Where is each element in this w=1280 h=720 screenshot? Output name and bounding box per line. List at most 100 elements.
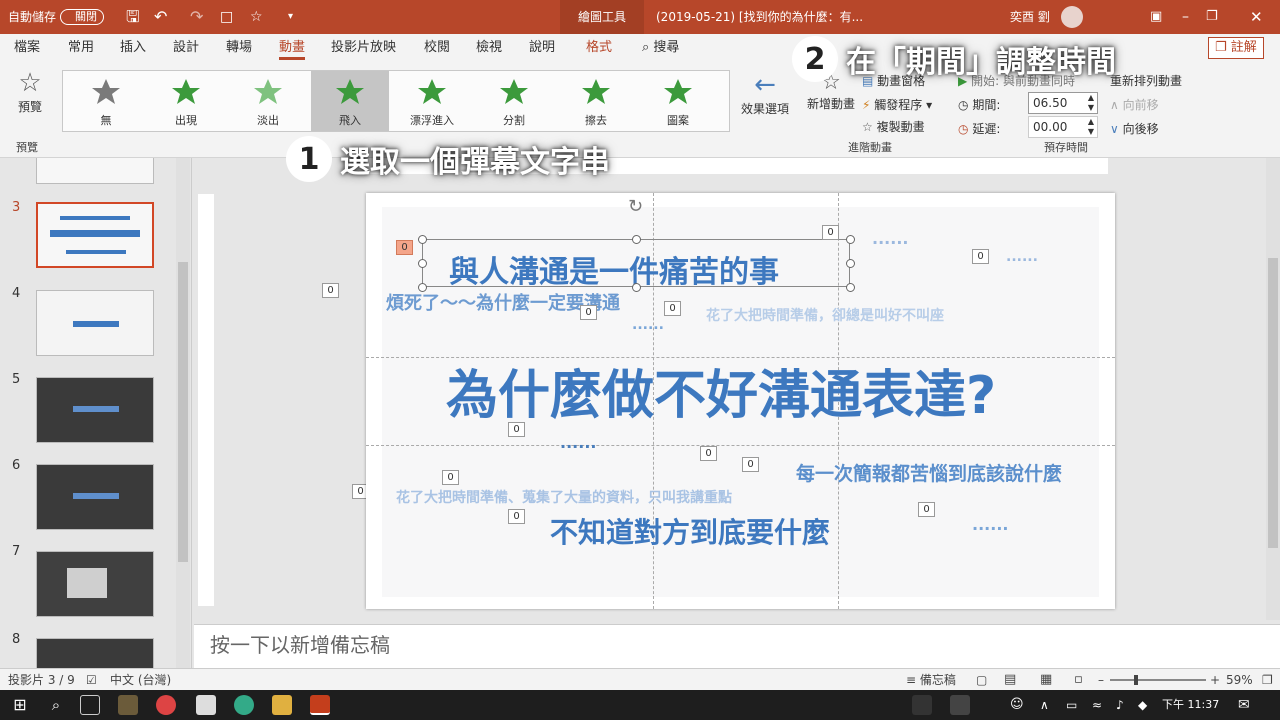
animation-tag[interactable]: 0 [442,470,459,485]
resize-handle[interactable] [418,259,427,268]
animation-tag[interactable]: 0 [580,305,597,320]
reading-view-icon[interactable]: ▫ [1074,669,1083,691]
close-icon[interactable]: ✕ [1250,0,1263,34]
slide-thumb-5[interactable] [36,377,154,443]
spinner-icon[interactable]: ▲ ▼ [1088,93,1094,113]
animation-tag[interactable]: 0 [700,446,717,461]
effect-options-button[interactable]: ← 效果選項 [738,70,792,132]
mail-icon[interactable] [196,695,216,715]
zoom-slider[interactable] [1110,679,1206,681]
search-icon[interactable]: ⌕ [46,695,66,715]
trigger-button[interactable]: ⚡ 觸發程序 ▾ [862,96,932,113]
animation-tag[interactable]: 0 [508,422,525,437]
bullet-text[interactable]: 花了大把時間準備、蒐集了大量的資料，只叫我講重點 [396,487,732,507]
tab-help[interactable]: 說明 [529,34,555,62]
save-icon[interactable]: 🖫 [126,0,140,34]
search-box[interactable]: ⌕ 搜尋 [642,34,679,62]
tab-transitions[interactable]: 轉場 [226,34,252,62]
resize-handle[interactable] [632,235,641,244]
slide-thumb-6[interactable] [36,464,154,530]
zoom-out-icon[interactable]: – [1098,669,1104,691]
preview-button[interactable]: ☆ 預覽 [8,68,52,128]
animation-tag[interactable]: 0 [822,225,839,240]
notes-pane[interactable]: 按一下以新增備忘稿 [194,624,1280,668]
tray-icon[interactable] [912,695,932,715]
chrome-icon-2[interactable] [234,695,254,715]
anim-split[interactable]: 分割 [475,71,553,131]
duration-input[interactable]: 06.50 ▲ ▼ [1028,92,1098,114]
bullet-text[interactable]: 花了大把時間準備，卻總是叫好不叫座 [706,305,944,325]
slide-thumb-3[interactable] [36,202,154,268]
autosave-toggle[interactable]: 關閉 [60,9,104,25]
zoom-level[interactable]: 59% [1226,669,1253,691]
tab-slideshow[interactable]: 投影片放映 [331,34,396,62]
tab-file[interactable]: 檔案 [14,34,40,62]
battery-icon[interactable]: ▭ [1066,695,1086,715]
language-indicator[interactable]: 中文 (台灣) [110,669,171,691]
chrome-icon[interactable] [156,695,176,715]
bullet-text[interactable]: 不知道對方到底要什麼 [550,511,830,551]
anim-none[interactable]: 無 [67,71,145,131]
delay-input[interactable]: 00.00 ▲ ▼ [1028,116,1098,138]
resize-handle[interactable] [632,283,641,292]
app-icon[interactable] [118,695,138,715]
comment-status-icon[interactable]: ▢ [976,669,987,691]
quick-access-dropdown-icon[interactable]: ▾ [288,0,293,34]
tab-review[interactable]: 校閱 [424,34,450,62]
tab-format[interactable]: 格式 [586,34,612,62]
sorter-view-icon[interactable]: ▦ [1040,669,1052,691]
move-earlier-button[interactable]: ∧ 向前移 [1110,96,1159,113]
anim-wipe[interactable]: 擦去 [557,71,635,131]
delay-spinner-icon[interactable]: ▲ ▼ [1088,117,1094,137]
people-icon[interactable]: ☺ [1010,695,1030,715]
scroll-thumb[interactable] [178,262,188,562]
bullet-text[interactable]: 每一次簡報都苦惱到底該說什麼 [796,459,1062,486]
comments-button[interactable]: ❐ 註解 [1208,37,1264,59]
restore-icon[interactable]: ❐ [1206,0,1218,34]
animation-painter-button[interactable]: ☆ 複製動畫 [862,118,925,135]
editor-scroll-thumb[interactable] [1268,258,1278,548]
thumbnail-scrollbar[interactable] [176,158,190,668]
resize-handle[interactable] [846,283,855,292]
resize-handle[interactable] [418,235,427,244]
resize-handle[interactable] [846,235,855,244]
animation-tag[interactable]: 0 [918,502,935,517]
slide-thumb-4[interactable] [36,290,154,356]
present-icon[interactable]: □ [220,0,233,34]
tab-view[interactable]: 檢視 [476,34,502,62]
clock[interactable]: 下午 11:37 [1162,690,1219,720]
customize-icon[interactable]: ☆ [250,0,263,34]
proofing-icon[interactable]: ☑ [86,669,97,691]
anim-appear[interactable]: 出現 [147,71,225,131]
windows-start-icon[interactable]: ⊞ [10,695,30,715]
tab-home[interactable]: 常用 [68,34,94,62]
anim-shape[interactable]: 圖案 [639,71,717,131]
animation-tag-selected[interactable]: 0 [396,240,413,255]
avatar[interactable] [1061,6,1083,28]
animation-tag[interactable]: 0 [508,509,525,524]
wifi-icon[interactable]: ≈ [1092,695,1112,715]
dropbox-icon[interactable]: ◆ [1138,695,1158,715]
chevron-up-icon[interactable]: ∧ [1040,695,1060,715]
tab-animations[interactable]: 動畫 [279,34,306,60]
slide-thumb-7[interactable] [36,551,154,617]
undo-icon[interactable]: ↶ [154,0,167,34]
tray-icon[interactable] [950,695,970,715]
powerpoint-icon[interactable] [310,695,330,715]
file-explorer-icon[interactable] [272,695,292,715]
animation-tag[interactable]: 0 [972,249,989,264]
zoom-slider-thumb[interactable] [1134,675,1138,685]
zoom-in-icon[interactable]: + [1210,669,1220,691]
normal-view-icon[interactable]: ▤ [1004,669,1016,691]
slide-title[interactable]: 為什麼做不好溝通表達? [446,353,996,428]
volume-icon[interactable]: ♪ [1116,695,1136,715]
rotate-handle-icon[interactable]: ↻ [628,196,643,217]
anim-float-in[interactable]: 漂浮進入 [393,71,471,131]
resize-handle[interactable] [846,259,855,268]
fit-slide-icon[interactable]: ❐ [1262,669,1273,691]
selected-textbox[interactable]: 與人溝通是一件痛苦的事 [422,239,850,290]
minimize-icon[interactable]: – [1182,0,1189,34]
slide-thumb-8[interactable] [36,638,154,668]
ribbon-display-icon[interactable]: ▣ [1150,0,1162,34]
animation-tag[interactable]: 0 [322,283,339,298]
